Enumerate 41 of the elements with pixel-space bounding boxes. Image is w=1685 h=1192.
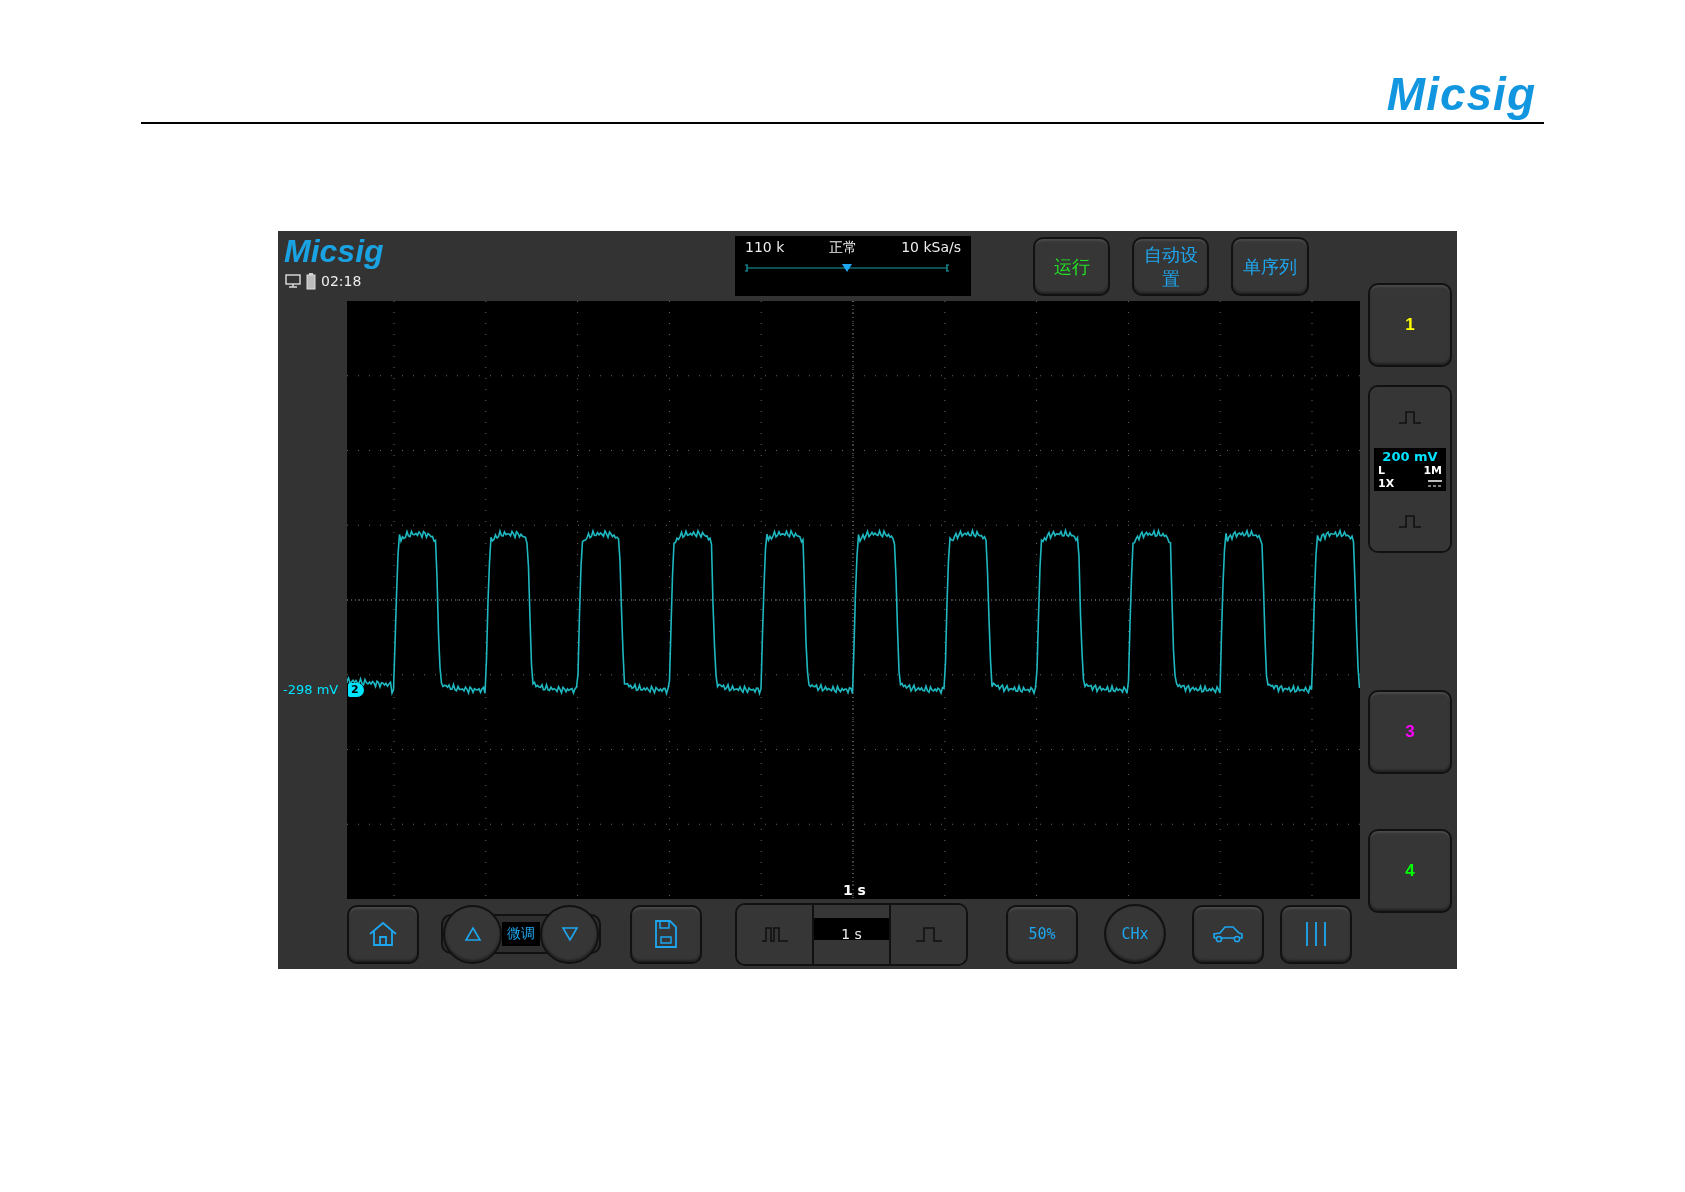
single-pulse-icon <box>1398 410 1422 425</box>
fine-adjust-label: 微调 <box>502 922 540 946</box>
mode-button[interactable]: 运行 <box>1033 237 1110 296</box>
brand-logo: Micsig <box>1386 66 1537 122</box>
memory-depth: 110 k <box>745 239 785 257</box>
single-pulse-icon <box>1398 513 1422 528</box>
channel-button[interactable]: 3 <box>1368 690 1452 774</box>
bandwidth-limit: L <box>1378 463 1385 477</box>
channel-marker[interactable]: 2 <box>348 683 364 697</box>
triangle-up-icon <box>463 926 482 942</box>
pulse-train-icon <box>760 926 789 942</box>
offset-reading: -298 mV <box>283 682 339 697</box>
save-button[interactable] <box>630 904 702 964</box>
sample-rate: 10 kSa/s <box>901 239 961 257</box>
channel-button[interactable]: 1 <box>1368 283 1452 367</box>
probe-ratio: 1X <box>1378 476 1395 490</box>
menu-button[interactable] <box>1280 904 1352 964</box>
mode-button[interactable]: 单序列 <box>1231 237 1309 296</box>
car-button[interactable] <box>1192 904 1264 964</box>
channel-select-button[interactable]: CHx <box>1104 904 1166 964</box>
car-icon <box>1212 925 1244 943</box>
single-pulse-icon <box>914 926 943 942</box>
brand-logo: Micsig <box>284 233 385 270</box>
battery-icon <box>306 272 316 290</box>
timebase-label: 1 s <box>843 882 866 898</box>
position-thumb[interactable] <box>842 264 852 272</box>
memory-position-slider[interactable] <box>745 263 949 273</box>
dc-coupling-icon <box>1428 479 1442 487</box>
channel-button[interactable]: 4 <box>1368 829 1452 913</box>
clock-time: 02:18 <box>321 273 362 290</box>
vertical-scale: 200 mV <box>1381 448 1439 464</box>
mode-button[interactable]: 自动设置 <box>1132 237 1209 296</box>
home-icon <box>368 921 398 947</box>
trigger-level-button[interactable]: 50% <box>1006 904 1078 964</box>
three-bars-icon <box>1305 921 1327 947</box>
acquisition-mode: 正常 <box>828 239 857 257</box>
triangle-down-icon <box>560 926 579 942</box>
home-button[interactable] <box>347 904 419 964</box>
timebase-value: 1 s <box>812 904 891 964</box>
input-impedance: 1M <box>1423 463 1442 477</box>
monitor-icon <box>285 274 301 289</box>
